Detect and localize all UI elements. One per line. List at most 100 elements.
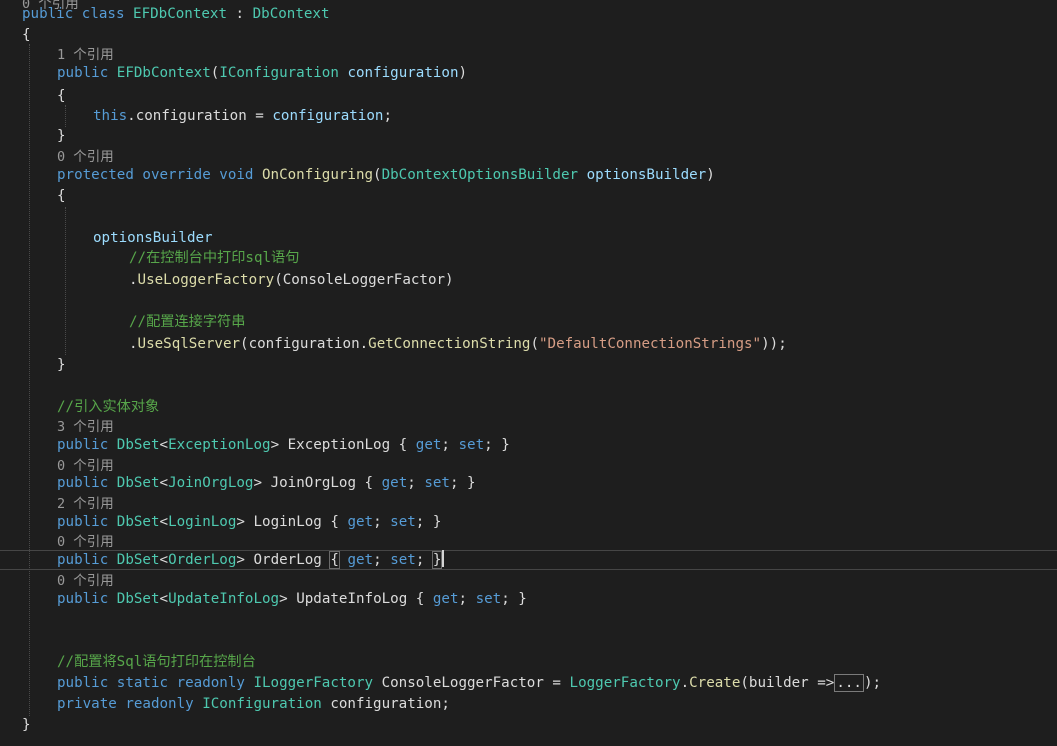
code-token-type: EFDbContext	[116, 65, 211, 81]
code-line: }	[0, 126, 1057, 146]
code-token-keyword: get	[347, 514, 374, 530]
code-token-type: UpdateInfoLog	[168, 591, 280, 607]
code-line: }	[0, 715, 1057, 735]
reference-count[interactable]: 0 个引用	[57, 534, 114, 550]
code-line: {	[0, 186, 1057, 206]
matched-brace: }	[431, 551, 443, 569]
code-lens-references[interactable]: 0 个引用	[0, 147, 1057, 167]
code-token-plain: ;	[441, 437, 459, 453]
code-token-keyword: set	[424, 475, 450, 491]
collapsed-region-button[interactable]: ...	[834, 674, 864, 692]
code-token-keyword: protected override void	[57, 167, 262, 183]
reference-count[interactable]: 3 个引用	[57, 419, 114, 435]
code-lens-references[interactable]: 1 个引用	[0, 45, 1057, 65]
code-line: {	[0, 86, 1057, 106]
code-token-type: JoinOrgLog	[168, 475, 254, 491]
code-token-type: ExceptionLog	[168, 437, 271, 453]
code-token-plain: ;	[415, 552, 433, 568]
code-token-plain: ;	[407, 475, 425, 491]
code-line: public DbSet<LoginLog> LoginLog { get; s…	[0, 512, 1057, 532]
code-token-method: OnConfiguring	[262, 167, 374, 183]
code-token-comment: //配置将Sql语句打印在控制台	[57, 654, 256, 670]
code-line: protected override void OnConfiguring(Db…	[0, 165, 1057, 185]
code-line: public EFDbContext(IConfiguration config…	[0, 63, 1057, 83]
code-token-comment: //配置连接字符串	[129, 314, 246, 330]
reference-count[interactable]: 2 个引用	[57, 496, 114, 512]
code-token-type: DbSet	[116, 514, 160, 530]
code-token-keyword: public	[57, 591, 117, 607]
code-token-plain: );	[863, 675, 882, 691]
code-token-plain: )	[706, 167, 715, 183]
code-token-type: LoggerFactory	[569, 675, 681, 691]
code-line: this.configuration = configuration;	[0, 106, 1057, 126]
code-line: public DbSet<UpdateInfoLog> UpdateInfoLo…	[0, 589, 1057, 609]
code-token-plain: ;	[458, 591, 476, 607]
code-lens-references[interactable]: 3 个引用	[0, 417, 1057, 437]
code-token-plain: <	[159, 514, 169, 530]
code-token-keyword: get	[432, 591, 459, 607]
code-token-plain: ;	[373, 514, 391, 530]
reference-count[interactable]: 1 个引用	[57, 47, 114, 63]
code-token-type: DbSet	[116, 552, 160, 568]
code-token-method: Create	[689, 675, 741, 691]
code-line: private readonly IConfiguration configur…	[0, 694, 1057, 714]
code-line: public DbSet<ExceptionLog> ExceptionLog …	[0, 435, 1057, 455]
code-token-plain: }	[57, 357, 66, 373]
code-token-method: GetConnectionString	[368, 336, 531, 352]
reference-count[interactable]: 0 个引用	[57, 573, 114, 589]
code-token-plain: .configuration =	[127, 108, 273, 124]
code-token-identifier: optionsBuilder	[586, 167, 707, 183]
code-token-plain: > OrderLog	[236, 552, 331, 568]
reference-count[interactable]: 0 个引用	[57, 458, 114, 474]
code-lens-references[interactable]: 0 个引用	[0, 571, 1057, 591]
code-token-keyword: public	[57, 514, 117, 530]
code-token-plain: (builder =>	[740, 675, 835, 691]
code-token-plain: > UpdateInfoLog {	[279, 591, 433, 607]
code-line: public DbSet<JoinOrgLog> JoinOrgLog { ge…	[0, 473, 1057, 493]
code-line: {	[0, 25, 1057, 45]
code-line: //引入实体对象	[0, 397, 1057, 417]
code-token-plain: <	[159, 437, 169, 453]
code-token-plain: }	[22, 717, 31, 733]
code-token-plain: :	[227, 6, 253, 22]
code-token-keyword: get	[347, 552, 374, 568]
code-token-plain: > JoinOrgLog {	[253, 475, 382, 491]
code-lens-references[interactable]: 2 个引用	[0, 494, 1057, 514]
code-editor[interactable]: 0 个引用 public class EFDbContext : DbContex…	[0, 0, 1057, 746]
code-token-keyword: public	[57, 65, 117, 81]
code-token-type: DbSet	[116, 591, 160, 607]
code-token-plain: ; }	[484, 437, 510, 453]
code-token-keyword: public static readonly	[57, 675, 254, 691]
code-token-type: IConfiguration	[219, 65, 339, 81]
code-line: //配置连接字符串	[0, 312, 1057, 332]
code-token-keyword: this	[93, 108, 128, 124]
code-token-plain: ));	[761, 336, 787, 352]
code-token-plain: > LoginLog {	[236, 514, 348, 530]
code-line: .UseLoggerFactory(ConsoleLoggerFactor)	[0, 270, 1057, 290]
code-lens-references[interactable]: 0 个引用	[0, 532, 1057, 552]
code-token-method: UseLoggerFactory	[137, 272, 275, 288]
code-token-plain: <	[159, 591, 169, 607]
code-token-type: EFDbContext	[133, 6, 228, 22]
code-token-type: DbContext	[252, 6, 330, 22]
code-line: public static readonly ILoggerFactory Co…	[0, 673, 1057, 693]
code-token-plain: )	[458, 65, 468, 81]
code-token-plain: configuration;	[321, 696, 450, 712]
code-token-plain: ; }	[415, 514, 442, 530]
code-token-plain: .	[129, 336, 138, 352]
code-token-plain: (	[373, 167, 382, 183]
code-token-keyword: public class	[22, 6, 134, 22]
code-token-type: OrderLog	[168, 552, 237, 568]
code-token-identifier: optionsBuilder	[93, 230, 213, 246]
code-line: //在控制台中打印sql语句	[0, 248, 1057, 268]
code-token-keyword: public	[57, 475, 117, 491]
code-token-keyword: set	[458, 437, 485, 453]
code-token-string: "DefaultConnectionStrings"	[539, 336, 762, 352]
code-token-plain: (ConsoleLoggerFactor)	[274, 272, 454, 288]
code-token-type: LoginLog	[168, 514, 237, 530]
reference-count[interactable]: 0 个引用	[57, 149, 114, 165]
code-line: //配置将Sql语句打印在控制台	[0, 652, 1057, 672]
code-token-plain: > ExceptionLog {	[270, 437, 416, 453]
code-token-keyword: set	[475, 591, 502, 607]
code-token-plain: ;	[383, 108, 392, 124]
